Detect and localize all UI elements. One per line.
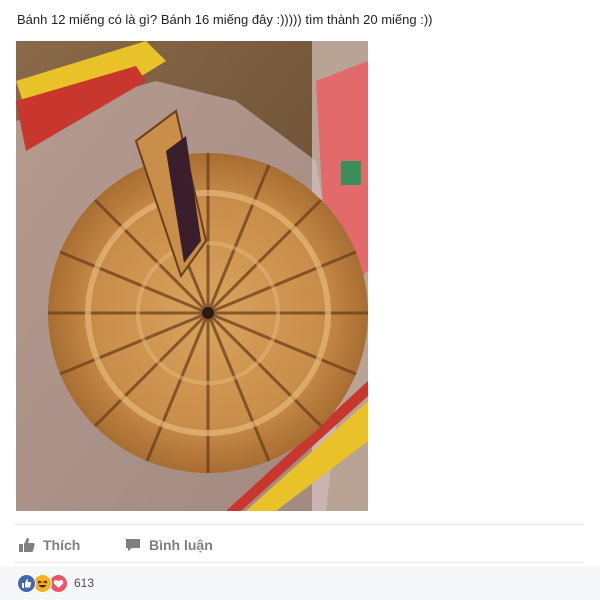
post-text: Bánh 12 miếng có là gì? Bánh 16 miếng đâ… xyxy=(17,12,433,27)
like-icon xyxy=(17,573,36,593)
reactions-summary[interactable]: 613 xyxy=(17,573,94,593)
post-photo[interactable] xyxy=(16,41,368,511)
action-bar: Thích Bình luận xyxy=(14,530,584,560)
comment-button[interactable]: Bình luận xyxy=(124,534,213,556)
mooncake-photo xyxy=(16,41,368,511)
divider xyxy=(14,562,584,563)
reactions-bar: 613 xyxy=(0,566,600,600)
divider xyxy=(14,524,584,525)
like-button[interactable]: Thích xyxy=(18,534,80,556)
reaction-count[interactable]: 613 xyxy=(74,576,94,590)
facebook-post: Bánh 12 miếng có là gì? Bánh 16 miếng đâ… xyxy=(0,0,600,600)
like-label: Thích xyxy=(43,537,81,553)
thumbs-up-icon xyxy=(18,536,36,554)
comment-icon xyxy=(124,536,142,554)
comment-label: Bình luận xyxy=(149,537,213,553)
